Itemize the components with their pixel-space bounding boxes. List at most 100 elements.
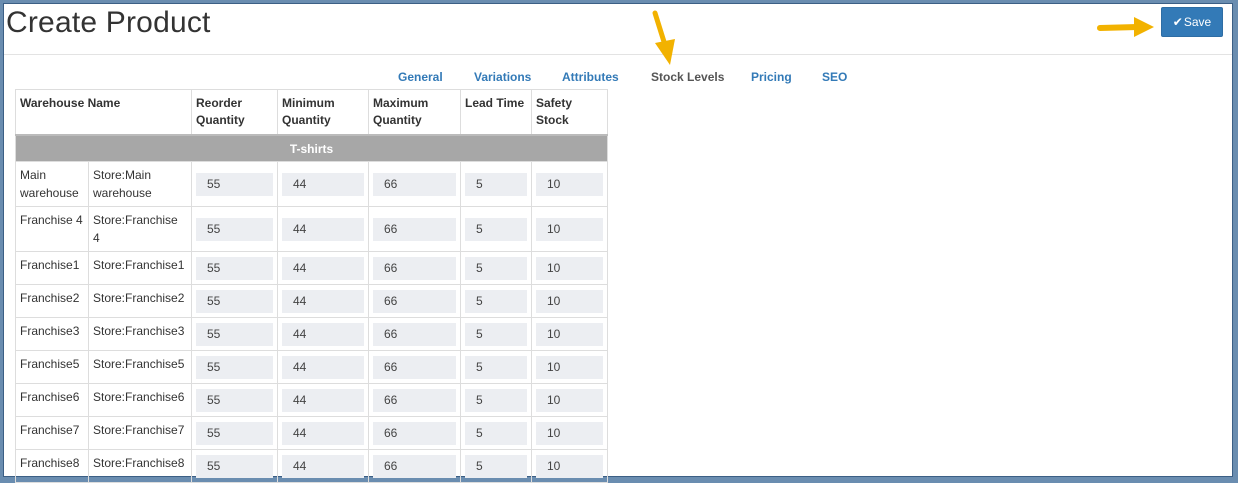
minimum-quantity-input[interactable]: 44 (282, 388, 364, 412)
tab-attributes[interactable]: Attributes (562, 70, 619, 84)
input-cell: 5 (460, 251, 532, 285)
tab-stock-levels[interactable]: Stock Levels (651, 70, 724, 84)
lead-time-input[interactable]: 5 (465, 454, 527, 478)
maximum-quantity-input[interactable]: 66 (373, 454, 456, 478)
reorder-quantity-input[interactable]: 55 (196, 322, 273, 346)
group-label: T-shirts (15, 134, 608, 162)
minimum-quantity-input[interactable]: 44 (282, 355, 364, 379)
warehouse-name-cell: Franchise3 (15, 317, 89, 351)
safety-stock-input[interactable]: 10 (536, 289, 603, 313)
safety-stock-input[interactable]: 10 (536, 217, 603, 241)
lead-time-input[interactable]: 5 (465, 217, 527, 241)
minimum-quantity-input[interactable]: 44 (282, 217, 364, 241)
maximum-quantity-input[interactable]: 66 (373, 217, 456, 241)
reorder-quantity-input[interactable]: 55 (196, 421, 273, 445)
table-row: Franchise 4 Store:Franchise 4 55 44 66 5 10 (15, 206, 608, 252)
minimum-quantity-input[interactable]: 44 (282, 172, 364, 196)
warehouse-name-cell: Franchise6 (15, 383, 89, 417)
input-cell: 5 (460, 383, 532, 417)
maximum-quantity-input[interactable]: 66 (373, 355, 456, 379)
lead-time-input[interactable]: 5 (465, 172, 527, 196)
input-cell: 44 (277, 317, 369, 351)
safety-stock-input[interactable]: 10 (536, 355, 603, 379)
reorder-quantity-input[interactable]: 55 (196, 289, 273, 313)
save-button-label: Save (1183, 15, 1212, 29)
warehouse-name-cell: Main warehouse (15, 161, 89, 207)
input-cell: 44 (277, 383, 369, 417)
lead-time-input[interactable]: 5 (465, 289, 527, 313)
page-header: Create Product ✔ Save (4, 4, 1232, 55)
reorder-quantity-input[interactable]: 55 (196, 172, 273, 196)
safety-stock-input[interactable]: 10 (536, 322, 603, 346)
lead-time-input[interactable]: 5 (465, 256, 527, 280)
input-cell: 10 (531, 317, 608, 351)
input-cell: 55 (191, 449, 278, 483)
maximum-quantity-input[interactable]: 66 (373, 172, 456, 196)
table-row: Franchise2 Store:Franchise2 55 44 66 5 10 (15, 284, 608, 318)
column-header-minimum-quantity: Minimum Quantity (277, 89, 369, 136)
input-cell: 66 (368, 449, 461, 483)
lead-time-input[interactable]: 5 (465, 322, 527, 346)
maximum-quantity-input[interactable]: 66 (373, 421, 456, 445)
input-cell: 10 (531, 251, 608, 285)
warehouse-name-cell: Franchise1 (15, 251, 89, 285)
input-cell: 66 (368, 317, 461, 351)
maximum-quantity-input[interactable]: 66 (373, 322, 456, 346)
minimum-quantity-input[interactable]: 44 (282, 289, 364, 313)
input-cell: 5 (460, 449, 532, 483)
store-name-cell: Store:Franchise2 (88, 284, 192, 318)
input-cell: 55 (191, 161, 278, 207)
tab-general[interactable]: General (398, 70, 443, 84)
input-cell: 66 (368, 284, 461, 318)
input-cell: 44 (277, 350, 369, 384)
minimum-quantity-input[interactable]: 44 (282, 454, 364, 478)
reorder-quantity-input[interactable]: 55 (196, 256, 273, 280)
input-cell: 5 (460, 416, 532, 450)
lead-time-input[interactable]: 5 (465, 421, 527, 445)
safety-stock-input[interactable]: 10 (536, 172, 603, 196)
input-cell: 44 (277, 284, 369, 318)
warehouse-name-cell: Franchise2 (15, 284, 89, 318)
safety-stock-input[interactable]: 10 (536, 256, 603, 280)
reorder-quantity-input[interactable]: 55 (196, 454, 273, 478)
lead-time-input[interactable]: 5 (465, 355, 527, 379)
save-button[interactable]: ✔ Save (1161, 7, 1223, 37)
reorder-quantity-input[interactable]: 55 (196, 388, 273, 412)
safety-stock-input[interactable]: 10 (536, 388, 603, 412)
reorder-quantity-input[interactable]: 55 (196, 355, 273, 379)
reorder-quantity-input[interactable]: 55 (196, 217, 273, 241)
column-header-maximum-quantity: Maximum Quantity (368, 89, 461, 136)
input-cell: 44 (277, 161, 369, 207)
lead-time-input[interactable]: 5 (465, 388, 527, 412)
minimum-quantity-input[interactable]: 44 (282, 256, 364, 280)
input-cell: 66 (368, 383, 461, 417)
maximum-quantity-input[interactable]: 66 (373, 256, 456, 280)
input-cell: 10 (531, 161, 608, 207)
input-cell: 44 (277, 251, 369, 285)
input-cell: 5 (460, 161, 532, 207)
input-cell: 66 (368, 161, 461, 207)
input-cell: 66 (368, 350, 461, 384)
safety-stock-input[interactable]: 10 (536, 421, 603, 445)
warehouse-name-cell: Franchise5 (15, 350, 89, 384)
input-cell: 10 (531, 206, 608, 252)
maximum-quantity-input[interactable]: 66 (373, 388, 456, 412)
stock-levels-table: Warehouse Name Reorder Quantity Minimum … (15, 89, 608, 483)
warehouse-name-cell: Franchise 4 (15, 206, 89, 252)
minimum-quantity-input[interactable]: 44 (282, 322, 364, 346)
table-row: Franchise7 Store:Franchise7 55 44 66 5 10 (15, 416, 608, 450)
group-row: T-shirts (15, 134, 608, 162)
store-name-cell: Store:Franchise 4 (88, 206, 192, 252)
tab-pricing[interactable]: Pricing (751, 70, 792, 84)
input-cell: 10 (531, 383, 608, 417)
tab-variations[interactable]: Variations (474, 70, 531, 84)
minimum-quantity-input[interactable]: 44 (282, 421, 364, 445)
store-name-cell: Store:Franchise7 (88, 416, 192, 450)
input-cell: 55 (191, 383, 278, 417)
safety-stock-input[interactable]: 10 (536, 454, 603, 478)
tab-seo[interactable]: SEO (822, 70, 847, 84)
maximum-quantity-input[interactable]: 66 (373, 289, 456, 313)
input-cell: 66 (368, 416, 461, 450)
input-cell: 55 (191, 416, 278, 450)
input-cell: 5 (460, 206, 532, 252)
